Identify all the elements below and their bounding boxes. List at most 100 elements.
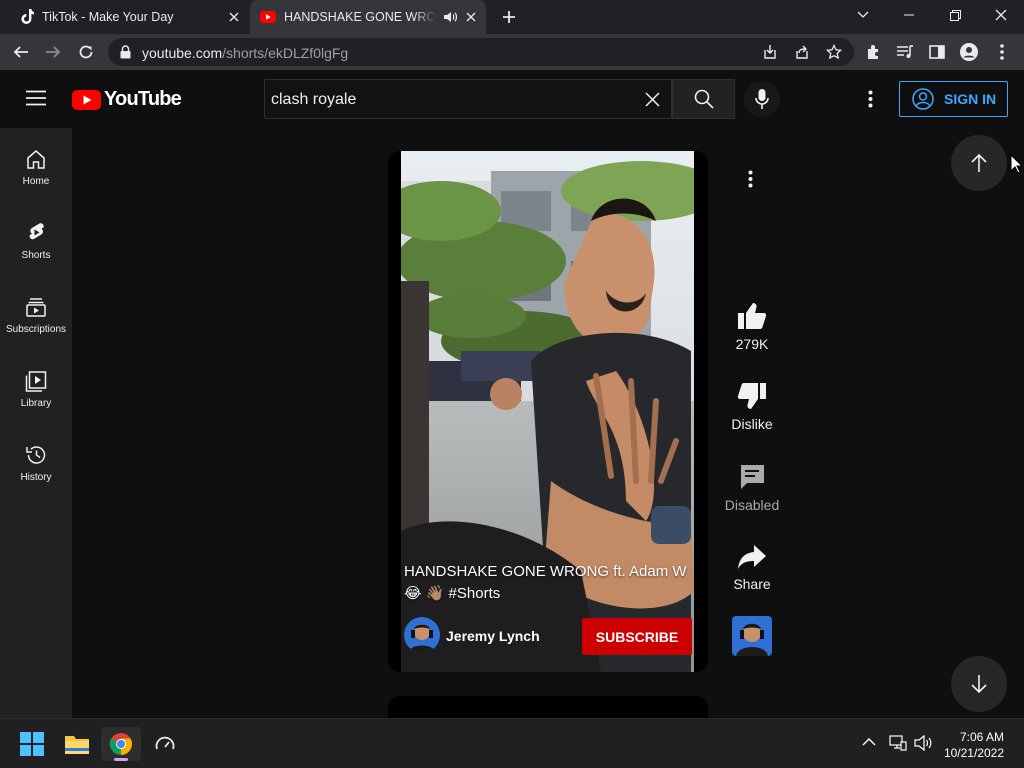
new-tab-button[interactable] bbox=[500, 8, 518, 26]
restore-button[interactable] bbox=[932, 0, 978, 30]
channel-avatar[interactable] bbox=[404, 617, 440, 653]
sidebar-item-subscriptions[interactable]: Subscriptions bbox=[0, 288, 72, 348]
folder-icon bbox=[65, 736, 89, 754]
lock-icon[interactable] bbox=[120, 45, 131, 59]
hamburger-menu-icon[interactable] bbox=[26, 90, 46, 106]
windows-taskbar: 7:06 AM 10/21/2022 bbox=[0, 718, 1024, 768]
tab-title: HANDSHAKE GONE WRONG ft. Adam W 😂 👋🏽 #Sh… bbox=[284, 10, 436, 24]
clock-time: 7:06 AM bbox=[959, 730, 1004, 744]
tiktok-favicon-icon bbox=[20, 9, 34, 25]
share-label: Share bbox=[733, 576, 771, 592]
system-clock[interactable]: 7:06 AM 10/21/2022 bbox=[944, 729, 1004, 761]
sidebar-item-home[interactable]: Home bbox=[0, 140, 72, 200]
browser-menu-kebab-icon[interactable] bbox=[989, 39, 1015, 65]
tab-search-chevron-icon[interactable] bbox=[840, 0, 886, 30]
sidebar-item-label: Shorts bbox=[21, 250, 51, 261]
youtube-logo-text: YouTube bbox=[104, 88, 182, 110]
video-overlay: HANDSHAKE GONE WRONG ft. Adam W 😂 👋🏽 #Sh… bbox=[388, 151, 708, 672]
minimize-button[interactable] bbox=[886, 0, 932, 30]
sidebar-item-shorts[interactable]: Shorts bbox=[0, 214, 72, 274]
search-icon bbox=[694, 89, 714, 109]
mouse-cursor-icon bbox=[1010, 154, 1022, 174]
thumbs-down-icon bbox=[737, 383, 766, 409]
reload-icon[interactable] bbox=[73, 39, 99, 65]
audio-playing-icon[interactable] bbox=[442, 9, 458, 25]
sidebar-item-label: Home bbox=[22, 176, 50, 187]
short-title-line2: 😂 👋🏽 #Shorts bbox=[404, 585, 501, 602]
subscribe-button[interactable]: SUBSCRIBE bbox=[582, 618, 692, 655]
like-count: 279K bbox=[735, 336, 769, 352]
profile-avatar-icon[interactable] bbox=[956, 39, 982, 65]
bookmark-star-icon[interactable] bbox=[826, 44, 842, 60]
sign-in-label: SIGN IN bbox=[944, 91, 997, 107]
search-input[interactable]: clash royale bbox=[264, 79, 672, 119]
window-controls bbox=[840, 0, 1024, 34]
microphone-icon bbox=[755, 89, 769, 109]
sound-source-thumbnail[interactable] bbox=[732, 616, 772, 656]
more-options-kebab-icon[interactable] bbox=[748, 170, 753, 188]
volume-icon[interactable] bbox=[914, 735, 932, 751]
browser-tab-strip: TikTok - Make Your Day HANDSHAKE GONE WR… bbox=[0, 0, 1024, 34]
sidebar: Home Shorts Subscriptions Library Histor… bbox=[0, 128, 72, 718]
shorts-video-player[interactable]: HANDSHAKE GONE WRONG ft. Adam W 😂 👋🏽 #Sh… bbox=[388, 151, 708, 672]
speedometer-icon bbox=[155, 736, 175, 750]
tab-title: TikTok - Make Your Day bbox=[42, 10, 174, 24]
youtube-favicon-icon bbox=[260, 11, 276, 23]
like-button[interactable]: 279K bbox=[720, 302, 784, 352]
url-text: youtube.com/shorts/ekDLZf0lgFg bbox=[142, 45, 348, 61]
share-button[interactable]: Share bbox=[720, 544, 784, 592]
sign-in-button[interactable]: SIGN IN bbox=[899, 81, 1008, 117]
settings-kebab-icon[interactable] bbox=[868, 90, 873, 108]
network-icon[interactable] bbox=[889, 735, 907, 751]
comments-status: Disabled bbox=[724, 497, 780, 513]
sidebar-item-library[interactable]: Library bbox=[0, 362, 72, 422]
active-app-indicator bbox=[114, 758, 128, 761]
account-circle-icon bbox=[912, 88, 934, 110]
sidebar-item-label: Library bbox=[20, 398, 52, 409]
show-hidden-icons-chevron-icon[interactable] bbox=[862, 737, 876, 747]
tab-youtube-short[interactable]: HANDSHAKE GONE WRONG ft. Adam W 😂 👋🏽 #Sh… bbox=[250, 0, 486, 34]
share-arrow-icon bbox=[738, 545, 766, 569]
tab-tiktok[interactable]: TikTok - Make Your Day bbox=[8, 0, 248, 34]
close-window-button[interactable] bbox=[978, 0, 1024, 30]
tab-close-icon[interactable] bbox=[226, 9, 242, 25]
extensions-puzzle-icon[interactable] bbox=[861, 39, 887, 65]
channel-name[interactable]: Jeremy Lynch bbox=[446, 628, 540, 644]
clear-search-icon[interactable] bbox=[645, 92, 660, 107]
search-input-value: clash royale bbox=[271, 91, 357, 108]
comments-button[interactable]: Disabled bbox=[720, 463, 784, 513]
youtube-logo[interactable]: YouTube bbox=[72, 88, 182, 111]
windows-logo-icon bbox=[20, 732, 44, 756]
chrome-taskbar-button[interactable] bbox=[101, 727, 141, 761]
speed-meter-app-button[interactable] bbox=[145, 727, 185, 761]
url-path: /shorts/ekDLZf0lgFg bbox=[222, 45, 349, 61]
install-app-icon[interactable] bbox=[762, 44, 778, 60]
search-button[interactable] bbox=[672, 79, 735, 119]
youtube-header: YouTube clash royale SIGN IN bbox=[0, 70, 1024, 128]
file-explorer-button[interactable] bbox=[57, 727, 97, 761]
thumbs-up-icon bbox=[738, 303, 767, 329]
media-controls-icon[interactable] bbox=[892, 39, 918, 65]
next-short-button[interactable] bbox=[951, 656, 1007, 712]
home-icon bbox=[27, 150, 45, 169]
browser-toolbar: youtube.com/shorts/ekDLZf0lgFg bbox=[0, 34, 1024, 70]
dislike-button[interactable]: Dislike bbox=[720, 382, 784, 432]
voice-search-button[interactable] bbox=[744, 81, 780, 117]
tab-close-icon[interactable] bbox=[463, 9, 479, 25]
shorts-icon bbox=[29, 223, 44, 240]
short-title-line1: HANDSHAKE GONE WRONG ft. Adam W bbox=[404, 563, 687, 580]
windows-start-button[interactable] bbox=[12, 727, 52, 761]
back-arrow-icon[interactable] bbox=[8, 39, 34, 65]
short-title[interactable]: HANDSHAKE GONE WRONG ft. Adam W 😂 👋🏽 #Sh… bbox=[404, 561, 704, 605]
arrow-down-icon bbox=[971, 675, 987, 694]
subscriptions-icon bbox=[26, 298, 46, 317]
sidebar-item-history[interactable]: History bbox=[0, 436, 72, 496]
previous-short-button[interactable] bbox=[951, 135, 1007, 191]
history-icon bbox=[26, 446, 46, 464]
forward-arrow-icon[interactable] bbox=[40, 39, 66, 65]
address-bar[interactable]: youtube.com/shorts/ekDLZf0lgFg bbox=[108, 38, 854, 66]
library-icon bbox=[25, 371, 47, 392]
share-page-icon[interactable] bbox=[794, 44, 810, 60]
side-panel-icon[interactable] bbox=[924, 39, 950, 65]
clock-date: 10/21/2022 bbox=[943, 746, 1004, 760]
